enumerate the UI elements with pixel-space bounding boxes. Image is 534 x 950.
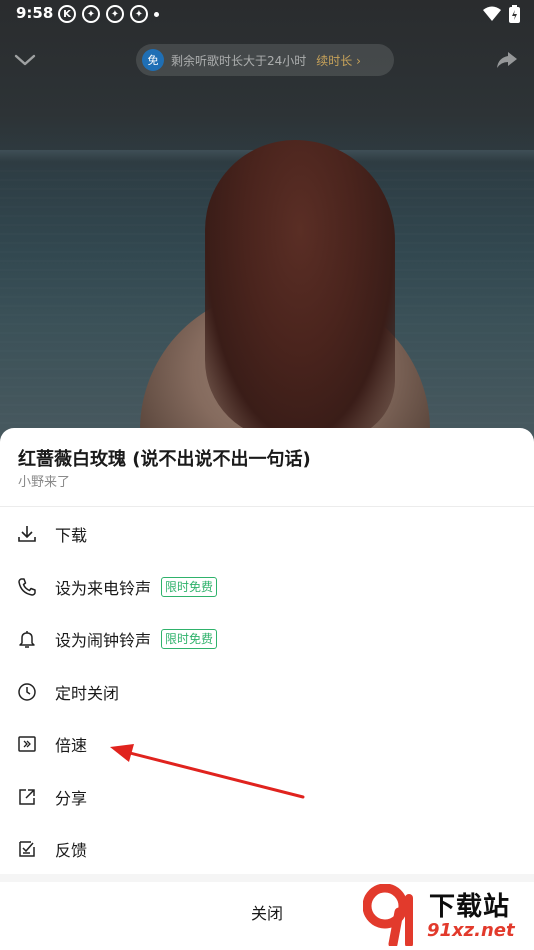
menu-item-label: 反馈 xyxy=(55,841,88,861)
limited-free-badge: 限时免费 xyxy=(161,629,218,650)
more-options-sheet: 红蔷薇白玫瑰 (说不出说不出一句话) 小野来了 下载 设为来电铃声 限时免费 设… xyxy=(0,428,534,950)
menu-item-label: 设为来电铃声 xyxy=(55,578,152,598)
share-icon xyxy=(16,786,38,808)
renew-link[interactable]: 续时长 › xyxy=(316,52,361,69)
status-bar: 9:58 K ✦ ✦ ✦ xyxy=(0,0,534,28)
app-notification-icon: ✦ xyxy=(82,5,100,23)
limited-free-badge: 限时免费 xyxy=(161,576,218,597)
menu-item-ringtone[interactable]: 设为来电铃声 限时免费 xyxy=(0,561,534,614)
menu-item-label: 设为闹钟铃声 xyxy=(55,631,152,651)
watermark-logo-icon xyxy=(363,884,413,946)
chevron-down-icon xyxy=(14,54,36,66)
renew-label: 续时长 xyxy=(316,53,353,68)
speed-icon xyxy=(16,733,38,755)
section-separator xyxy=(0,874,534,882)
song-title: 红蔷薇白玫瑰 (说不出说不出一句话) xyxy=(18,449,311,470)
options-menu: 下载 设为来电铃声 限时免费 设为闹钟铃声 限时免费 定时关闭 倍速 分享 反馈 xyxy=(0,508,534,876)
share-top-button[interactable] xyxy=(496,50,518,74)
promo-text: 剩余听歌时长大于24小时 xyxy=(171,53,307,68)
annotation-arrow-icon xyxy=(110,744,305,799)
menu-item-label: 定时关闭 xyxy=(55,683,120,703)
listen-time-banner[interactable]: 免 剩余听歌时长大于24小时 续时长 › xyxy=(136,44,394,76)
divider xyxy=(0,506,534,507)
phone-icon xyxy=(16,576,38,598)
watermark-logo-text: 下载站 xyxy=(429,892,511,922)
menu-item-label: 分享 xyxy=(55,788,88,808)
share-arrow-icon xyxy=(497,52,517,68)
menu-item-label: 下载 xyxy=(55,526,88,546)
app-notification-icon: ✦ xyxy=(106,5,124,23)
menu-item-alarm[interactable]: 设为闹钟铃声 限时免费 xyxy=(0,613,534,666)
clock-icon xyxy=(16,681,38,703)
watermark-url: 91xz.net xyxy=(427,920,515,941)
menu-item-feedback[interactable]: 反馈 xyxy=(0,823,534,876)
artist-name: 小野来了 xyxy=(18,475,71,490)
bell-icon xyxy=(16,628,38,650)
wifi-icon xyxy=(483,6,501,21)
menu-item-label: 倍速 xyxy=(55,736,88,756)
free-badge-icon: 免 xyxy=(142,49,164,71)
download-icon xyxy=(16,523,38,545)
collapse-player-button[interactable] xyxy=(14,50,36,74)
watermark: 下载站 91xz.net xyxy=(363,882,533,948)
system-icons xyxy=(483,5,520,23)
app-notification-icon: ✦ xyxy=(130,5,148,23)
notification-icons: K ✦ ✦ ✦ xyxy=(58,5,159,23)
feedback-icon xyxy=(16,838,38,860)
menu-item-download[interactable]: 下载 xyxy=(0,508,534,561)
k-app-icon: K xyxy=(58,5,76,23)
status-time: 9:58 xyxy=(16,4,54,22)
chevron-right-icon: › xyxy=(356,53,361,68)
menu-item-sleep-timer[interactable]: 定时关闭 xyxy=(0,666,534,719)
more-notifications-dot-icon xyxy=(154,12,159,17)
figure-hair xyxy=(205,140,395,440)
battery-charging-icon xyxy=(509,5,520,23)
